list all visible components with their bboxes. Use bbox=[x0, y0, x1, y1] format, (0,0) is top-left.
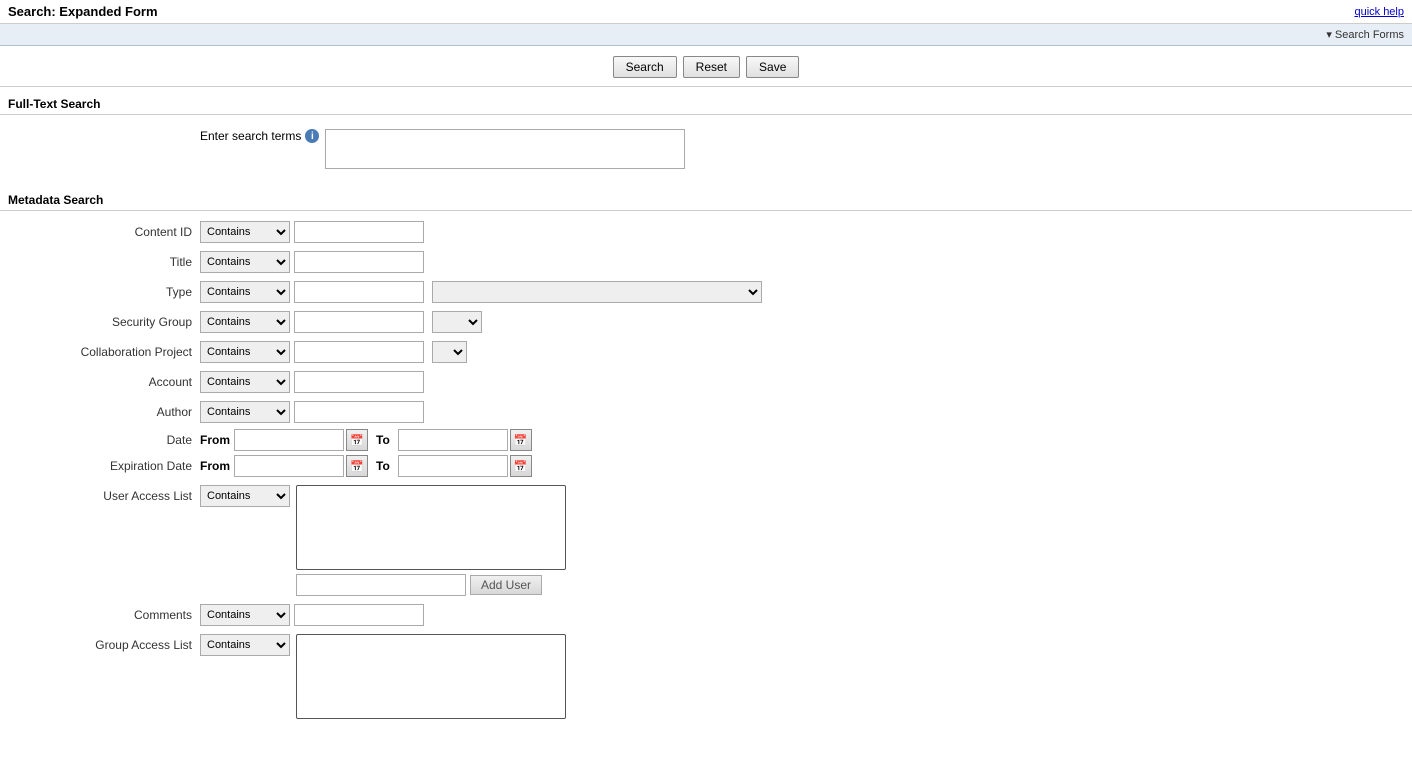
reset-button[interactable]: Reset bbox=[683, 56, 740, 78]
search-forms-bar: Search Forms bbox=[0, 24, 1412, 46]
fulltext-textarea[interactable] bbox=[325, 129, 685, 169]
comments-row: Comments ContainsMatchesStartsEnds bbox=[0, 604, 1412, 626]
collaboration-project-input[interactable] bbox=[294, 341, 424, 363]
save-button[interactable]: Save bbox=[746, 56, 799, 78]
content-id-row: Content ID ContainsMatchesStartsEnds bbox=[0, 219, 1412, 245]
collaboration-project-operator[interactable]: ContainsMatchesStartsEnds bbox=[200, 341, 290, 363]
user-access-list-row: User Access List ContainsMatches Add Use… bbox=[0, 485, 1412, 596]
fulltext-search-section: Full-Text Search Enter search terms i bbox=[0, 87, 1412, 179]
type-label: Type bbox=[0, 285, 200, 299]
page-header: Search: Expanded Form quick help bbox=[0, 0, 1412, 24]
date-to-label: To bbox=[376, 433, 390, 447]
action-bar: Search Reset Save bbox=[0, 46, 1412, 87]
security-group-dropdown[interactable] bbox=[432, 311, 482, 333]
fulltext-section-header: Full-Text Search bbox=[0, 91, 1412, 115]
user-access-list-listbox[interactable] bbox=[296, 485, 566, 570]
author-row: Author ContainsMatchesStartsEnds bbox=[0, 399, 1412, 425]
user-access-list-input-row: Add User bbox=[296, 574, 566, 596]
comments-label: Comments bbox=[0, 608, 200, 622]
type-input[interactable] bbox=[294, 281, 424, 303]
type-dropdown[interactable] bbox=[432, 281, 762, 303]
security-group-label: Security Group bbox=[0, 315, 200, 329]
collaboration-project-row: Collaboration Project ContainsMatchesSta… bbox=[0, 339, 1412, 365]
user-access-list-operator[interactable]: ContainsMatches bbox=[200, 485, 290, 507]
search-button[interactable]: Search bbox=[613, 56, 677, 78]
user-access-list-content: Add User bbox=[296, 485, 566, 596]
title-label: Title bbox=[0, 255, 200, 269]
expiration-date-label: Expiration Date bbox=[0, 459, 200, 473]
info-icon[interactable]: i bbox=[305, 129, 319, 143]
date-from-calendar-button[interactable]: 📅 bbox=[346, 429, 368, 451]
user-access-list-input[interactable] bbox=[296, 574, 466, 596]
group-access-list-label: Group Access List bbox=[0, 634, 200, 652]
expiration-to-input[interactable] bbox=[398, 455, 508, 477]
date-from-label: From bbox=[200, 433, 230, 447]
type-operator[interactable]: ContainsMatchesStartsEnds bbox=[200, 281, 290, 303]
expiration-to-label: To bbox=[376, 459, 390, 473]
author-input[interactable] bbox=[294, 401, 424, 423]
account-row: Account ContainsMatchesStartsEnds bbox=[0, 369, 1412, 395]
quick-help-link[interactable]: quick help bbox=[1354, 6, 1404, 18]
metadata-search-section: Metadata Search Content ID ContainsMatch… bbox=[0, 183, 1412, 727]
type-row: Type ContainsMatchesStartsEnds bbox=[0, 279, 1412, 305]
collaboration-project-dropdown[interactable] bbox=[432, 341, 467, 363]
fulltext-row: Enter search terms i bbox=[0, 123, 1412, 175]
group-access-list-listbox[interactable] bbox=[296, 634, 566, 719]
user-access-list-label: User Access List bbox=[0, 485, 200, 503]
date-to-input[interactable] bbox=[398, 429, 508, 451]
fulltext-label-text: Enter search terms bbox=[200, 129, 301, 143]
account-label: Account bbox=[0, 375, 200, 389]
date-row: Date From 📅 To 📅 bbox=[0, 429, 1412, 451]
expiration-date-row: Expiration Date From 📅 To 📅 bbox=[0, 455, 1412, 477]
expiration-from-input[interactable] bbox=[234, 455, 344, 477]
fulltext-label: Enter search terms i bbox=[200, 129, 319, 143]
expiration-from-label: From bbox=[200, 459, 230, 473]
comments-input[interactable] bbox=[294, 604, 424, 626]
content-id-label: Content ID bbox=[0, 225, 200, 239]
security-group-operator[interactable]: ContainsMatchesStartsEnds bbox=[200, 311, 290, 333]
security-group-input[interactable] bbox=[294, 311, 424, 333]
content-id-operator[interactable]: ContainsMatchesStartsEnds bbox=[200, 221, 290, 243]
date-label: Date bbox=[0, 433, 200, 447]
metadata-section-header: Metadata Search bbox=[0, 187, 1412, 211]
title-row: Title ContainsMatchesStartsEnds bbox=[0, 249, 1412, 275]
account-operator[interactable]: ContainsMatchesStartsEnds bbox=[200, 371, 290, 393]
comments-operator[interactable]: ContainsMatchesStartsEnds bbox=[200, 604, 290, 626]
page-title: Search: Expanded Form bbox=[8, 4, 158, 19]
author-label: Author bbox=[0, 405, 200, 419]
title-input[interactable] bbox=[294, 251, 424, 273]
group-access-list-row: Group Access List ContainsMatches bbox=[0, 634, 1412, 719]
add-user-button[interactable]: Add User bbox=[470, 575, 542, 595]
expiration-from-calendar-button[interactable]: 📅 bbox=[346, 455, 368, 477]
security-group-row: Security Group ContainsMatchesStartsEnds bbox=[0, 309, 1412, 335]
date-to-calendar-button[interactable]: 📅 bbox=[510, 429, 532, 451]
search-forms-toggle[interactable]: Search Forms bbox=[1326, 28, 1404, 41]
account-input[interactable] bbox=[294, 371, 424, 393]
date-from-input[interactable] bbox=[234, 429, 344, 451]
group-access-list-operator[interactable]: ContainsMatches bbox=[200, 634, 290, 656]
author-operator[interactable]: ContainsMatchesStartsEnds bbox=[200, 401, 290, 423]
title-operator[interactable]: ContainsMatchesStartsEnds bbox=[200, 251, 290, 273]
content-id-input[interactable] bbox=[294, 221, 424, 243]
expiration-to-calendar-button[interactable]: 📅 bbox=[510, 455, 532, 477]
collaboration-project-label: Collaboration Project bbox=[0, 345, 200, 359]
